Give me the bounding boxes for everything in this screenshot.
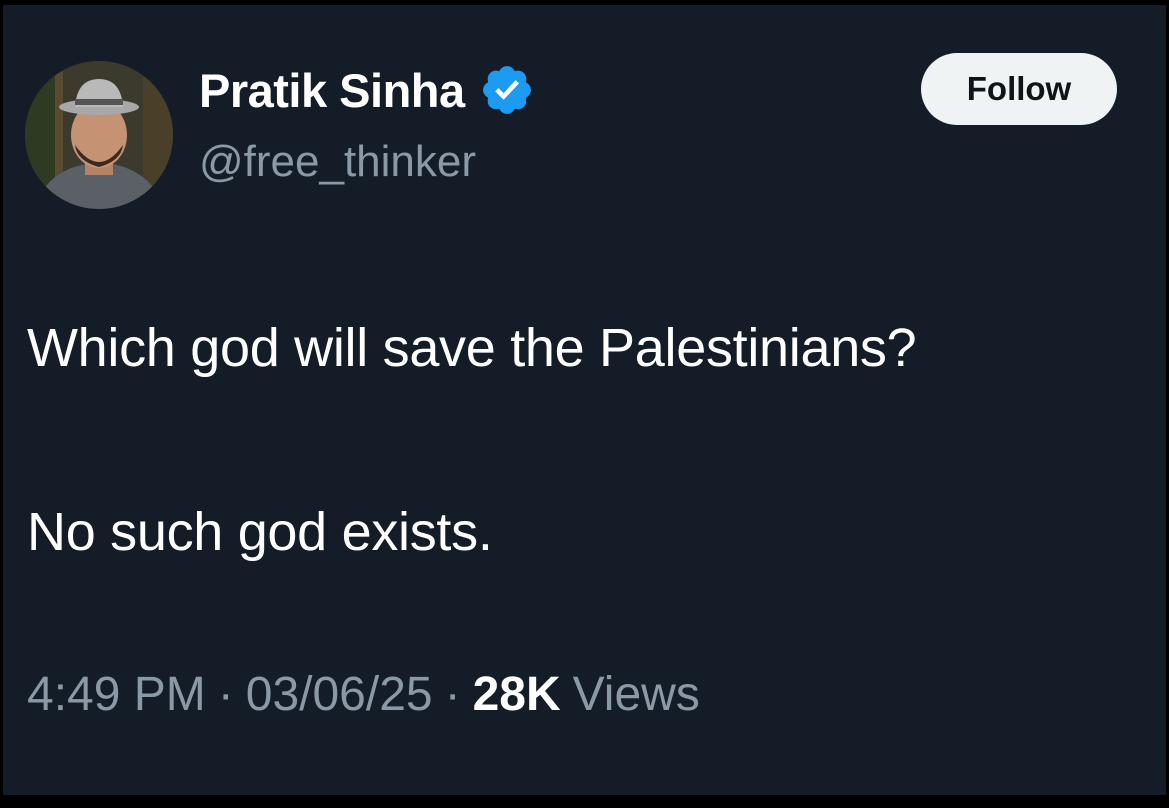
views-label: Views xyxy=(572,668,700,721)
author-name-row: Pratik Sinha xyxy=(199,55,535,125)
avatar[interactable] xyxy=(25,61,173,209)
meta-separator: · xyxy=(444,668,461,721)
tweet-text-line-2: No such god exists. xyxy=(27,502,493,562)
display-name[interactable]: Pratik Sinha xyxy=(199,63,465,118)
author-handle[interactable]: @free_thinker xyxy=(199,137,476,187)
verified-badge-icon xyxy=(482,66,531,114)
follow-button[interactable]: Follow xyxy=(921,53,1117,125)
meta-separator: · xyxy=(217,668,234,721)
tweet-time[interactable]: 4:49 PM xyxy=(27,667,206,722)
tweet-text-line-1: Which god will save the Palestinians? xyxy=(27,318,917,378)
tweet-meta: 4:49 PM · 03/06/25 · 28K Views xyxy=(27,667,700,722)
tweet-date[interactable]: 03/06/25 xyxy=(246,667,433,722)
profile-photo xyxy=(25,61,173,209)
tweet-card: Pratik Sinha @free_thinker Follow Which … xyxy=(3,5,1166,795)
views-count: 28K xyxy=(472,668,561,721)
